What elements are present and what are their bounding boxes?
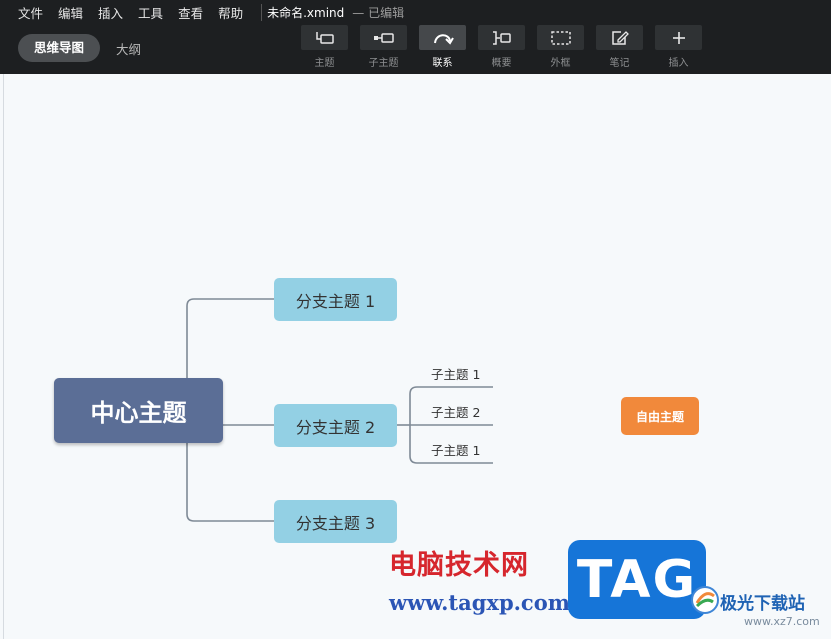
- connector-branch-1: [186, 298, 274, 378]
- central-topic[interactable]: 中心主题: [54, 378, 223, 443]
- subtopic-1[interactable]: 子主题 1: [431, 364, 480, 383]
- watermark-url: www.tagxp.com: [389, 590, 570, 615]
- subtopic-2[interactable]: 子主题 2: [431, 402, 480, 421]
- watermark-tag-logo: TAG: [568, 540, 706, 619]
- floating-topic[interactable]: 自由主题: [621, 397, 699, 435]
- subtopic-3[interactable]: 子主题 1: [431, 440, 480, 459]
- watermark-brand: 电脑技术网: [389, 550, 529, 581]
- watermark-site-name: 极光下载站: [720, 594, 805, 614]
- connector-branch-3: [186, 443, 274, 522]
- branch-topic-1[interactable]: 分支主题 1: [274, 278, 397, 321]
- branch-topic-2[interactable]: 分支主题 2: [274, 404, 397, 447]
- watermark-site-url: www.xz7.com: [744, 615, 820, 628]
- aurora-logo-icon: [691, 586, 719, 614]
- branch-topic-3[interactable]: 分支主题 3: [274, 500, 397, 543]
